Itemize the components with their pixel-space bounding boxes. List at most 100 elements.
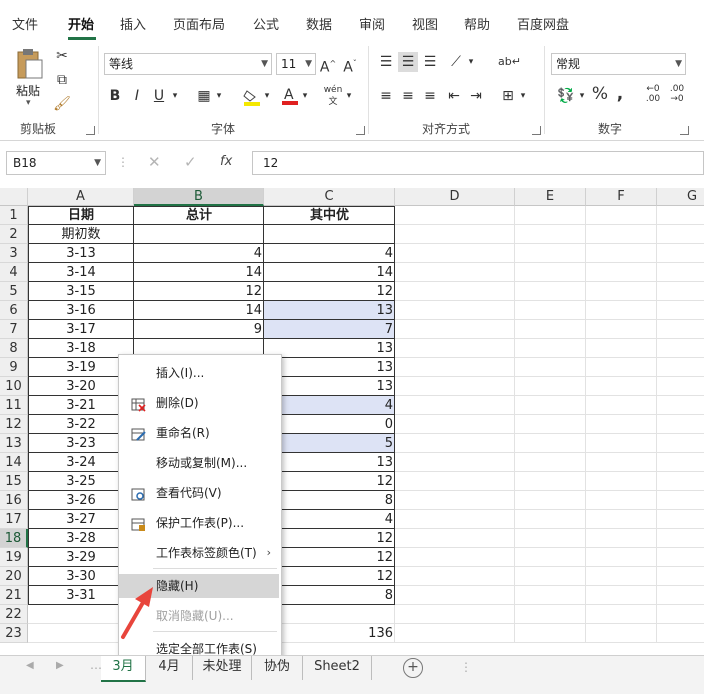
fill-color-icon[interactable] — [243, 88, 261, 106]
cell-c-7[interactable]: 7 — [264, 320, 395, 339]
sheet-tab-3yue[interactable]: 3月 — [101, 656, 146, 682]
row-header[interactable]: 5 — [0, 282, 28, 301]
cell-c-9[interactable]: 13 — [264, 358, 395, 377]
row-header[interactable]: 14 — [0, 453, 28, 472]
decrease-indent-icon[interactable]: ⇤ — [444, 86, 464, 106]
cell-c-2[interactable] — [264, 225, 395, 244]
number-format-combo[interactable]: 常规 ▼ — [551, 53, 686, 75]
row-header[interactable]: 7 — [0, 320, 28, 339]
clipboard-launcher-icon[interactable] — [86, 126, 95, 135]
context-menu-item[interactable]: 移动或复制(M)... — [119, 451, 279, 475]
sheet-tab-unprocessed[interactable]: 未处理 — [193, 656, 252, 680]
tab-data[interactable]: 数据 — [306, 14, 332, 33]
row-header[interactable]: 3 — [0, 244, 28, 263]
row-header[interactable]: 8 — [0, 339, 28, 358]
context-menu-item[interactable]: 插入(I)... — [119, 361, 279, 385]
context-menu-item[interactable]: 删除(D) — [119, 391, 279, 415]
tab-review[interactable]: 审阅 — [359, 14, 385, 33]
align-bottom-icon[interactable]: ☰ — [420, 52, 440, 72]
percent-icon[interactable]: % — [590, 84, 610, 104]
row-header[interactable]: 21 — [0, 586, 28, 605]
cell-c-12[interactable]: 0 — [264, 415, 395, 434]
cell-c-5[interactable]: 12 — [264, 282, 395, 301]
orientation-dropdown-icon[interactable]: ▾ — [466, 52, 476, 72]
col-header-c[interactable]: C — [264, 188, 395, 206]
underline-dropdown-icon[interactable]: ▾ — [170, 86, 180, 106]
cell-a-4[interactable]: 3-14 — [28, 263, 134, 282]
number-launcher-icon[interactable] — [680, 126, 689, 135]
currency-icon[interactable]: 💱 — [554, 86, 578, 106]
col-header-a[interactable]: A — [28, 188, 134, 206]
phonetic-dropdown-icon[interactable]: ▾ — [344, 86, 354, 106]
cell-a-5[interactable]: 3-15 — [28, 282, 134, 301]
context-menu-item[interactable]: 保护工作表(P)... — [119, 511, 279, 535]
context-menu-item[interactable]: 工作表标签颜色(T) › — [119, 541, 279, 565]
context-menu-item[interactable]: 查看代码(V) — [119, 481, 279, 505]
add-sheet-icon[interactable]: + — [403, 658, 423, 678]
cell-c-1[interactable]: 其中优 — [264, 206, 395, 225]
col-header-g[interactable]: G — [657, 188, 704, 206]
row-header[interactable]: 12 — [0, 415, 28, 434]
cell-c-23[interactable]: 136 — [264, 624, 395, 643]
align-middle-icon[interactable]: ☰ — [398, 52, 418, 72]
paste-icon[interactable] — [14, 48, 44, 80]
row-header[interactable]: 1 — [0, 206, 28, 225]
align-left-icon[interactable]: ≡ — [376, 86, 396, 106]
row-header[interactable]: 4 — [0, 263, 28, 282]
cell-c-20[interactable]: 12 — [264, 567, 395, 586]
font-name-combo[interactable]: 等线 ▼ — [104, 53, 272, 75]
cell-a-6[interactable]: 3-16 — [28, 301, 134, 320]
tab-baidu-netdisk[interactable]: 百度网盘 — [517, 14, 569, 33]
cell-a-1[interactable]: 日期 — [28, 206, 134, 225]
borders-dropdown-icon[interactable]: ▾ — [214, 86, 224, 106]
row-header[interactable]: 16 — [0, 491, 28, 510]
cell-c-16[interactable]: 8 — [264, 491, 395, 510]
scroll-right-icon[interactable]: ▶ — [56, 660, 64, 671]
cell-c-17[interactable]: 4 — [264, 510, 395, 529]
row-header[interactable]: 18 — [0, 529, 28, 548]
cancel-icon[interactable]: ✕ — [148, 153, 161, 171]
row-header[interactable]: 23 — [0, 624, 28, 643]
font-size-combo[interactable]: 11 ▼ — [276, 53, 316, 75]
increase-indent-icon[interactable]: ⇥ — [466, 86, 486, 106]
cell-c-19[interactable]: 12 — [264, 548, 395, 567]
cell-c-21[interactable]: 8 — [264, 586, 395, 605]
cell-a-7[interactable]: 3-17 — [28, 320, 134, 339]
increase-decimal-icon[interactable]: ←0.00 — [642, 84, 664, 104]
orientation-icon[interactable]: ⟋ — [446, 52, 466, 72]
wrap-text-icon[interactable]: ab↵ — [498, 52, 521, 72]
row-header[interactable]: 10 — [0, 377, 28, 396]
currency-dropdown-icon[interactable]: ▾ — [577, 86, 587, 106]
paste-dropdown-icon[interactable]: ▾ — [26, 98, 31, 108]
cell-b-6[interactable]: 14 — [134, 301, 264, 320]
row-header[interactable]: 2 — [0, 225, 28, 244]
sheet-tab-4yue[interactable]: 4月 — [146, 656, 193, 680]
formula-input[interactable]: 12 — [252, 151, 704, 175]
tab-formulas[interactable]: 公式 — [253, 14, 279, 33]
cell-c-15[interactable]: 12 — [264, 472, 395, 491]
name-box[interactable]: B18 ▼ — [6, 151, 106, 175]
merge-center-icon[interactable]: ⊞ — [498, 86, 518, 106]
decrease-font-icon[interactable]: Aˇ — [340, 54, 360, 78]
cell-c-10[interactable]: 13 — [264, 377, 395, 396]
tab-page-layout[interactable]: 页面布局 — [173, 14, 225, 33]
context-menu-item[interactable]: 重命名(R) — [119, 421, 279, 445]
worksheet-grid[interactable]: A B C D E F G 1 日期 总计 其中优 2 期初数 3 3-13 4 4 4 3-14 14… — [0, 188, 704, 655]
tab-file[interactable]: 文件 — [12, 14, 38, 33]
sheet-tab-xiewei[interactable]: 协伪 — [252, 656, 303, 680]
tab-insert[interactable]: 插入 — [120, 14, 146, 33]
cell-b-7[interactable]: 9 — [134, 320, 264, 339]
align-center-icon[interactable]: ≡ — [398, 86, 418, 106]
italic-icon[interactable]: I — [128, 86, 146, 106]
chevron-down-icon[interactable]: ▼ — [94, 152, 101, 174]
cut-icon[interactable]: ✂ — [52, 46, 72, 66]
format-painter-icon[interactable]: 🖌 — [52, 94, 72, 114]
sheet-tab-sheet2[interactable]: Sheet2 — [303, 656, 372, 680]
row-header[interactable]: 19 — [0, 548, 28, 567]
cell-a-2[interactable]: 期初数 — [28, 225, 134, 244]
borders-icon[interactable]: ▦ — [194, 86, 214, 106]
row-header[interactable]: 22 — [0, 605, 28, 624]
alignment-launcher-icon[interactable] — [532, 126, 541, 135]
font-color-icon[interactable]: A — [281, 86, 299, 106]
comma-style-icon[interactable]: , — [612, 84, 628, 104]
